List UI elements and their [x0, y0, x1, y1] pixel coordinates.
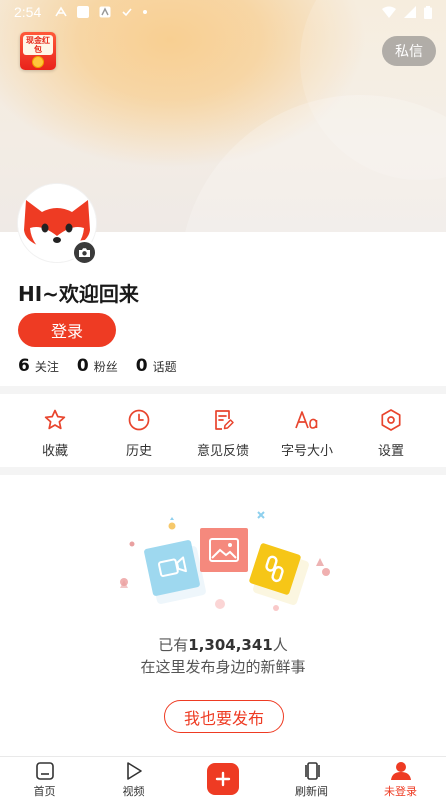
feedback-icon	[210, 407, 236, 433]
battery-icon	[424, 5, 432, 19]
change-avatar-button[interactable]	[72, 240, 97, 265]
tool-history[interactable]: 历史	[97, 397, 181, 467]
nav-publish[interactable]	[178, 757, 267, 799]
cards-icon	[301, 761, 323, 781]
community-count: 1,304,341	[188, 636, 273, 654]
count-suffix: 人	[272, 636, 288, 654]
tool-label: 设置	[377, 444, 404, 459]
status-time: 2:54	[14, 4, 42, 20]
tool-feedback[interactable]: 意见反馈	[181, 397, 265, 467]
camera-icon	[79, 248, 90, 257]
publish-button[interactable]: 我也要发布	[164, 700, 284, 733]
nav-label: 首页	[33, 785, 56, 798]
stat-label: 粉丝	[93, 360, 118, 374]
stat-label: 话题	[152, 360, 177, 374]
tool-settings[interactable]: 设置	[349, 397, 433, 467]
signal-icon	[404, 6, 416, 18]
notification-icon	[77, 6, 90, 18]
tool-label: 意见反馈	[196, 444, 249, 459]
login-button[interactable]: 登录	[18, 313, 116, 347]
community-count-text: 已有1,304,341人	[0, 634, 446, 655]
star-icon	[42, 407, 68, 433]
bottom-navigation: 首页 视频 刷新闻 未登录	[0, 756, 446, 799]
tool-label: 收藏	[41, 444, 68, 459]
nav-home[interactable]: 首页	[0, 757, 89, 799]
quick-tools: 收藏 历史 意见反馈 字号大小 设置	[0, 397, 446, 467]
tool-favorites[interactable]: 收藏	[13, 397, 97, 467]
stat-value: 0	[135, 356, 148, 376]
stat-label: 关注	[34, 360, 59, 374]
stat-topics[interactable]: 0 话题	[136, 356, 177, 376]
nav-news-cards[interactable]: 刷新闻	[267, 757, 356, 799]
nav-label: 视频	[122, 785, 145, 798]
status-bar: 2:54	[0, 0, 446, 24]
profile-stats: 6 关注 0 粉丝 0 话题	[18, 356, 177, 376]
settings-icon	[378, 407, 404, 433]
clock-icon	[126, 407, 152, 433]
greeting-text: HI~欢迎回来	[18, 282, 139, 306]
stat-followers[interactable]: 0 粉丝	[77, 356, 118, 376]
red-packet-label: 现金红包	[23, 35, 53, 55]
section-divider	[0, 386, 446, 394]
nav-label: 刷新闻	[295, 785, 328, 798]
tool-font-size[interactable]: 字号大小	[265, 397, 349, 467]
stat-value: 0	[76, 356, 89, 376]
notification-icons	[55, 6, 148, 18]
plus-icon	[206, 763, 239, 795]
count-prefix: 已有	[158, 636, 189, 654]
coin-icon	[32, 56, 44, 68]
tool-label: 历史	[125, 444, 152, 459]
font-size-icon	[294, 407, 320, 433]
dot-icon	[143, 10, 148, 14]
tool-label: 字号大小	[280, 444, 333, 459]
play-icon	[123, 761, 145, 781]
section-divider	[0, 467, 446, 475]
nav-profile[interactable]: 未登录	[356, 757, 445, 799]
nav-label: 未登录	[384, 785, 417, 798]
profile-screen: 2:54 现金红包 私信 HI~欢迎回来 登录 6 关注 0 粉丝 0 话题 收…	[0, 0, 446, 799]
user-icon	[390, 761, 412, 781]
wifi-icon	[382, 6, 396, 18]
private-message-button[interactable]: 私信	[382, 36, 436, 66]
check-icon	[122, 8, 132, 17]
nav-video[interactable]: 视频	[89, 757, 178, 799]
empty-state-subtitle: 在这里发布身边的新鲜事	[140, 658, 306, 676]
system-icons	[382, 5, 432, 19]
publish-illustration	[120, 511, 330, 611]
stat-value: 6	[18, 356, 30, 376]
home-icon	[34, 761, 56, 781]
red-packet-button[interactable]: 现金红包	[20, 32, 56, 70]
stat-following[interactable]: 6 关注	[18, 356, 59, 376]
notification-icon	[99, 6, 111, 18]
notification-icon	[55, 6, 67, 17]
